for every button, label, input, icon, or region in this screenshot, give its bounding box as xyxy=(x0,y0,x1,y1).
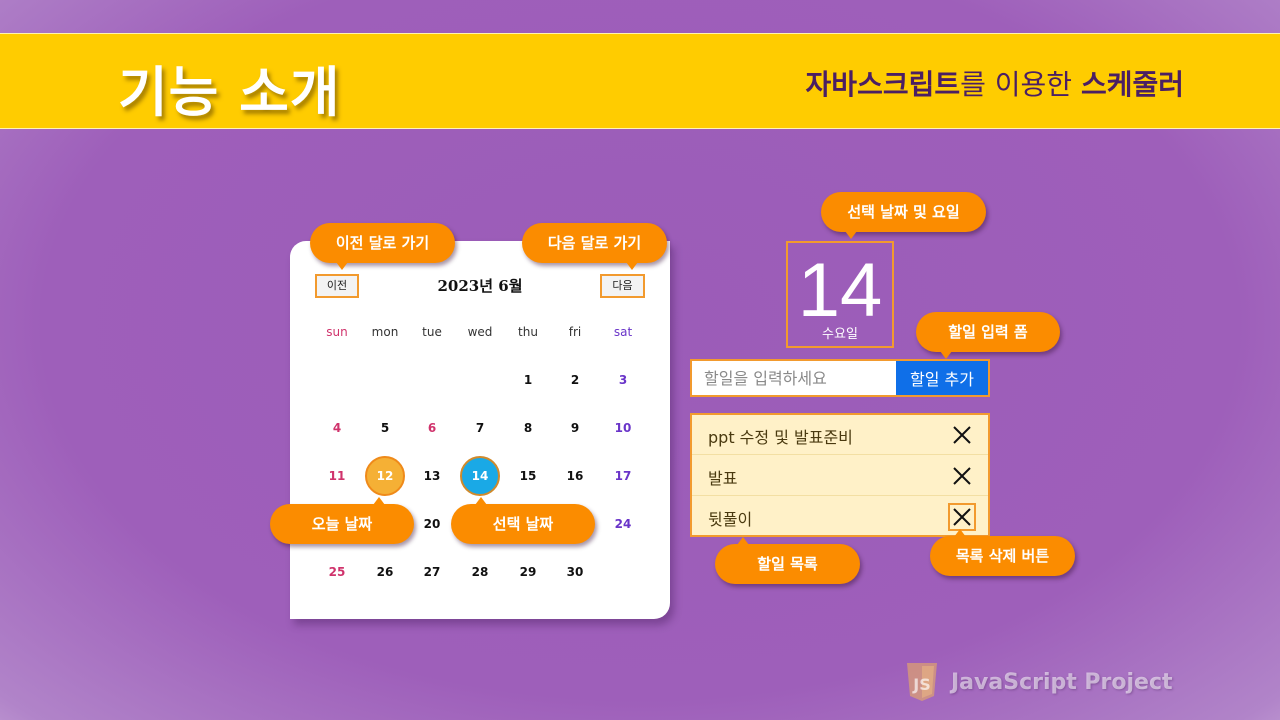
callout-prev-month: 이전 달로 가기 xyxy=(310,223,455,270)
selected-date-weekday: 수요일 xyxy=(822,327,858,342)
todo-item-text: 발표 xyxy=(708,469,738,488)
calendar-day[interactable]: 6 xyxy=(410,408,454,448)
weekday-header: tue xyxy=(422,325,442,339)
todo-list: ppt 수정 및 발표준비 발표 뒷풀이 xyxy=(690,413,990,537)
page-title: 기능 소개 xyxy=(118,61,341,124)
close-icon xyxy=(953,426,971,444)
todo-item-text: ppt 수정 및 발표준비 xyxy=(708,428,853,447)
calendar-day[interactable]: 13 xyxy=(410,456,454,496)
calendar-day[interactable]: 30 xyxy=(553,552,597,592)
callout-today: 오늘 날짜 xyxy=(270,497,414,544)
close-icon xyxy=(953,508,971,526)
calendar-day[interactable]: 24 xyxy=(601,504,645,544)
selected-date-number: 14 xyxy=(797,248,883,333)
subtitle-part-2: 를 이용한 xyxy=(960,68,1081,101)
callout-delete-button: 목록 삭제 버튼 xyxy=(930,529,1075,576)
selected-day[interactable]: 14 xyxy=(460,456,500,496)
callout-selected-date-day: 선택 날짜 및 요일 xyxy=(821,192,986,239)
delete-todo-button[interactable] xyxy=(948,503,976,531)
callout-todo-list: 할일 목록 xyxy=(715,537,860,584)
calendar-day[interactable]: 16 xyxy=(553,456,597,496)
weekday-header: sat xyxy=(613,325,633,339)
callout-next-month: 다음 달로 가기 xyxy=(522,223,667,270)
calendar-day[interactable]: 2 xyxy=(553,360,597,400)
calendar-day[interactable]: 17 xyxy=(601,456,645,496)
subtitle-part-3: 스케줄러 xyxy=(1080,68,1184,101)
todo-item-text: 뒷풀이 xyxy=(708,510,753,529)
page-subtitle: 자바스크립트를 이용한 스케줄러 xyxy=(806,63,1184,103)
subtitle-part-1: 자바스크립트 xyxy=(805,68,961,101)
todo-item: 발표 xyxy=(692,456,988,496)
calendar-day[interactable]: 11 xyxy=(315,456,359,496)
delete-todo-button[interactable] xyxy=(948,421,976,449)
delete-todo-button[interactable] xyxy=(948,462,976,490)
calendar-day[interactable]: 1 xyxy=(506,360,550,400)
js-shield-icon: JS xyxy=(907,663,937,701)
today-day[interactable]: 12 xyxy=(365,456,405,496)
footer-brand: JS JavaScript Project xyxy=(905,662,1205,702)
calendar-day[interactable]: 5 xyxy=(363,408,407,448)
todo-form: 할일 추가 xyxy=(690,359,990,397)
calendar-day[interactable]: 29 xyxy=(506,552,550,592)
calendar-day[interactable]: 15 xyxy=(506,456,550,496)
close-icon xyxy=(953,467,971,485)
calendar-day[interactable]: 4 xyxy=(315,408,359,448)
weekday-header: fri xyxy=(568,325,582,339)
callout-selected-date: 선택 날짜 xyxy=(451,497,595,544)
todo-input[interactable] xyxy=(692,361,896,395)
calendar-card: 이전 2023년 6월 다음 sun mon tue wed thu fri s… xyxy=(290,241,670,619)
calendar-day[interactable]: 26 xyxy=(363,552,407,592)
add-todo-button[interactable]: 할일 추가 xyxy=(896,361,988,395)
todo-item: 뒷풀이 xyxy=(692,497,988,537)
todo-item: ppt 수정 및 발표준비 xyxy=(692,415,988,455)
footer-text: JavaScript Project xyxy=(951,670,1173,695)
header-banner: 기능 소개 자바스크립트를 이용한 스케줄러 xyxy=(0,33,1280,129)
calendar-day[interactable]: 3 xyxy=(601,360,645,400)
next-month-button[interactable]: 다음 xyxy=(600,274,645,298)
calendar-day[interactable]: 8 xyxy=(506,408,550,448)
weekday-header: sun xyxy=(326,325,348,339)
calendar-day[interactable]: 25 xyxy=(315,552,359,592)
calendar-day[interactable]: 27 xyxy=(410,552,454,592)
calendar-day[interactable]: 7 xyxy=(458,408,502,448)
weekday-header: thu xyxy=(518,325,538,339)
calendar-day[interactable]: 9 xyxy=(553,408,597,448)
selected-date-display: 14 수요일 xyxy=(786,241,894,348)
weekday-header: mon xyxy=(371,325,399,339)
svg-text:JS: JS xyxy=(912,675,930,694)
calendar-day[interactable]: 10 xyxy=(601,408,645,448)
callout-todo-form: 할일 입력 폼 xyxy=(916,312,1060,359)
calendar-day[interactable]: 20 xyxy=(410,504,454,544)
calendar-day[interactable]: 28 xyxy=(458,552,502,592)
weekday-header: wed xyxy=(467,325,493,339)
